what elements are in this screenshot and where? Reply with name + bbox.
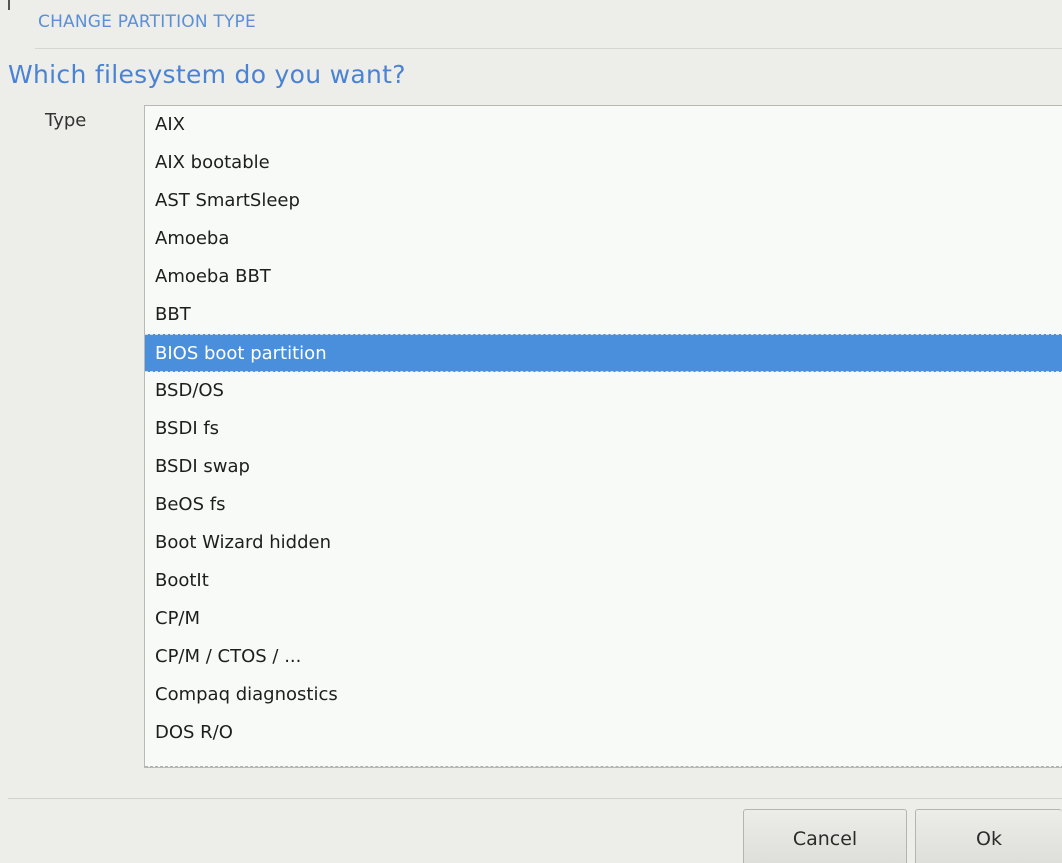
question-heading: Which filesystem do you want?: [8, 60, 406, 89]
cancel-button[interactable]: Cancel: [743, 809, 907, 863]
list-item[interactable]: BSDI fs: [145, 410, 1062, 448]
list-item[interactable]: Amoeba BBT: [145, 258, 1062, 296]
dialog-title: CHANGE PARTITION TYPE: [38, 12, 256, 32]
ok-button[interactable]: Ok: [915, 809, 1062, 863]
list-item[interactable]: AIX bootable: [145, 144, 1062, 182]
list-item[interactable]: BeOS fs: [145, 486, 1062, 524]
type-label: Type: [45, 110, 87, 131]
list-item[interactable]: BootIt: [145, 562, 1062, 600]
list-item[interactable]: Amoeba: [145, 220, 1062, 258]
filesystem-type-list[interactable]: AIX AIX bootable AST SmartSleep Amoeba A…: [144, 105, 1062, 768]
list-item[interactable]: CP/M / CTOS / ...: [145, 638, 1062, 676]
list-item[interactable]: DOS R/O: [145, 714, 1062, 752]
list-focus-border: [145, 766, 1062, 767]
change-partition-type-dialog: CHANGE PARTITION TYPE Which filesystem d…: [0, 0, 1062, 863]
footer-divider: [8, 798, 1062, 799]
list-item[interactable]: Boot Wizard hidden: [145, 524, 1062, 562]
list-item-selected[interactable]: BIOS boot partition: [145, 334, 1062, 372]
header-divider: [35, 48, 1062, 49]
list-item[interactable]: AST SmartSleep: [145, 182, 1062, 220]
list-item[interactable]: BBT: [145, 296, 1062, 334]
list-item[interactable]: AIX: [145, 106, 1062, 144]
list-item[interactable]: CP/M: [145, 600, 1062, 638]
list-item[interactable]: BSDI swap: [145, 448, 1062, 486]
window-corner-mark: [8, 0, 10, 10]
list-item[interactable]: BSD/OS: [145, 372, 1062, 410]
list-item[interactable]: Compaq diagnostics: [145, 676, 1062, 714]
